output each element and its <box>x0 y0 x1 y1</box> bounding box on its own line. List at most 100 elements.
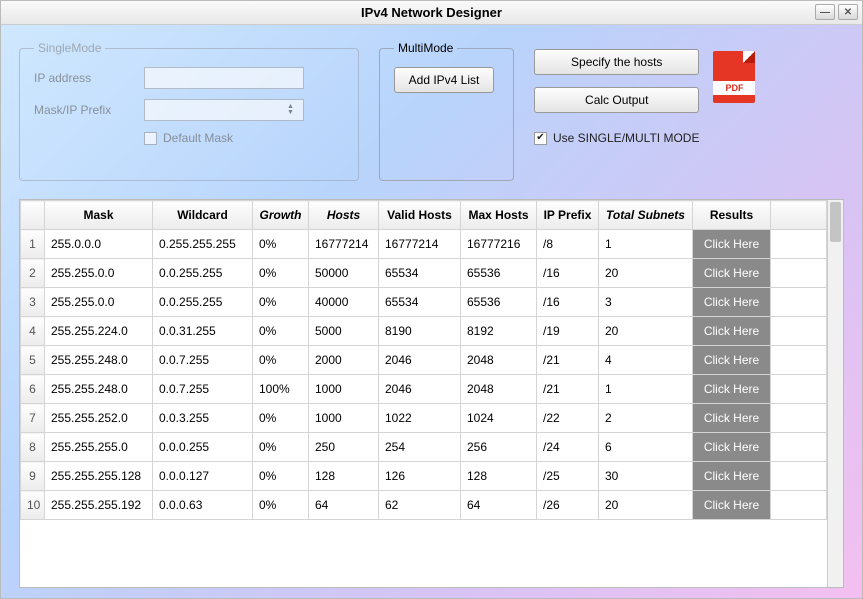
cell-ip-prefix: /19 <box>537 317 599 346</box>
results-button[interactable]: Click Here <box>693 317 770 345</box>
cell-hosts: 64 <box>309 491 379 520</box>
cell-mask: 255.255.248.0 <box>45 346 153 375</box>
table-row[interactable]: 1255.0.0.00.255.255.2550%167772141677721… <box>21 230 827 259</box>
results-button[interactable]: Click Here <box>693 346 770 374</box>
results-button[interactable]: Click Here <box>693 462 770 490</box>
col-results[interactable]: Results <box>693 201 771 230</box>
content-area: SingleMode IP address Mask/IP Prefix ▲▼ … <box>1 25 862 598</box>
cell-ip-prefix: /16 <box>537 288 599 317</box>
pdf-icon[interactable]: PDF <box>713 51 755 103</box>
table-row[interactable]: 2255.255.0.00.0.255.2550%500006553465536… <box>21 259 827 288</box>
cell-hosts: 1000 <box>309 404 379 433</box>
cell-ip-prefix: /8 <box>537 230 599 259</box>
use-mode-label: Use SINGLE/MULTI MODE <box>553 131 699 145</box>
table-row[interactable]: 6255.255.248.00.0.7.255100%100020462048/… <box>21 375 827 404</box>
cell-valid-hosts: 254 <box>379 433 461 462</box>
cell-wildcard: 0.0.31.255 <box>153 317 253 346</box>
cell-gap <box>771 288 827 317</box>
table-row[interactable]: 9255.255.255.1280.0.0.1270%128126128/253… <box>21 462 827 491</box>
cell-valid-hosts: 16777214 <box>379 230 461 259</box>
top-panel: SingleMode IP address Mask/IP Prefix ▲▼ … <box>19 41 844 181</box>
cell-max-hosts: 2048 <box>461 346 537 375</box>
col-valid-hosts[interactable]: Valid Hosts <box>379 201 461 230</box>
results-button[interactable]: Click Here <box>693 259 770 287</box>
cell-mask: 255.255.255.192 <box>45 491 153 520</box>
results-button[interactable]: Click Here <box>693 404 770 432</box>
cell-valid-hosts: 8190 <box>379 317 461 346</box>
cell-valid-hosts: 65534 <box>379 288 461 317</box>
results-button[interactable]: Click Here <box>693 433 770 461</box>
results-button[interactable]: Click Here <box>693 491 770 519</box>
cell-hosts: 16777214 <box>309 230 379 259</box>
close-button[interactable]: ✕ <box>838 4 858 20</box>
cell-hosts: 50000 <box>309 259 379 288</box>
cell-wildcard: 0.0.255.255 <box>153 259 253 288</box>
cell-wildcard: 0.255.255.255 <box>153 230 253 259</box>
cell-total-subnets: 20 <box>599 491 693 520</box>
cell-ip-prefix: /21 <box>537 346 599 375</box>
cell-max-hosts: 64 <box>461 491 537 520</box>
table-row[interactable]: 10255.255.255.1920.0.0.630%646264/2620Cl… <box>21 491 827 520</box>
col-ip-prefix[interactable]: IP Prefix <box>537 201 599 230</box>
cell-wildcard: 0.0.255.255 <box>153 288 253 317</box>
cell-valid-hosts: 65534 <box>379 259 461 288</box>
col-max-hosts[interactable]: Max Hosts <box>461 201 537 230</box>
cell-gap <box>771 404 827 433</box>
add-ipv4-list-button[interactable]: Add IPv4 List <box>394 67 494 93</box>
table-row[interactable]: 5255.255.248.00.0.7.2550%200020462048/21… <box>21 346 827 375</box>
row-number: 7 <box>21 404 45 433</box>
table-scrollbar[interactable] <box>827 200 843 587</box>
results-button[interactable]: Click Here <box>693 230 770 258</box>
results-button[interactable]: Click Here <box>693 375 770 403</box>
results-table: Mask Wildcard Growth Hosts Valid Hosts M… <box>20 200 827 520</box>
cell-hosts: 2000 <box>309 346 379 375</box>
mask-prefix-select[interactable]: ▲▼ <box>144 99 304 121</box>
col-mask[interactable]: Mask <box>45 201 153 230</box>
cell-total-subnets: 20 <box>599 317 693 346</box>
cell-hosts: 128 <box>309 462 379 491</box>
table-row[interactable]: 8255.255.255.00.0.0.2550%250254256/246Cl… <box>21 433 827 462</box>
col-wildcard[interactable]: Wildcard <box>153 201 253 230</box>
mask-prefix-label: Mask/IP Prefix <box>34 103 134 117</box>
default-mask-checkbox[interactable] <box>144 132 157 145</box>
calc-output-button[interactable]: Calc Output <box>534 87 699 113</box>
specify-hosts-button[interactable]: Specify the hosts <box>534 49 699 75</box>
cell-hosts: 250 <box>309 433 379 462</box>
cell-valid-hosts: 62 <box>379 491 461 520</box>
cell-hosts: 1000 <box>309 375 379 404</box>
cell-ip-prefix: /24 <box>537 433 599 462</box>
cell-mask: 255.255.255.0 <box>45 433 153 462</box>
table-row[interactable]: 4255.255.224.00.0.31.2550%500081908192/1… <box>21 317 827 346</box>
cell-total-subnets: 30 <box>599 462 693 491</box>
col-hosts[interactable]: Hosts <box>309 201 379 230</box>
cell-ip-prefix: /25 <box>537 462 599 491</box>
cell-max-hosts: 2048 <box>461 375 537 404</box>
cell-total-subnets: 2 <box>599 404 693 433</box>
col-total-subnets[interactable]: Total Subnets <box>599 201 693 230</box>
ip-address-input[interactable] <box>144 67 304 89</box>
cell-max-hosts: 1024 <box>461 404 537 433</box>
col-growth[interactable]: Growth <box>253 201 309 230</box>
cell-total-subnets: 6 <box>599 433 693 462</box>
cell-hosts: 5000 <box>309 317 379 346</box>
cell-growth: 0% <box>253 404 309 433</box>
row-number: 1 <box>21 230 45 259</box>
row-number: 10 <box>21 491 45 520</box>
scrollbar-thumb[interactable] <box>830 202 841 242</box>
cell-wildcard: 0.0.7.255 <box>153 346 253 375</box>
table-row[interactable]: 3255.255.0.00.0.255.2550%400006553465536… <box>21 288 827 317</box>
cell-gap <box>771 259 827 288</box>
multi-mode-group: MultiMode Add IPv4 List <box>379 41 514 181</box>
cell-total-subnets: 4 <box>599 346 693 375</box>
default-mask-label: Default Mask <box>163 131 233 145</box>
use-mode-checkbox[interactable]: ✔ <box>534 132 547 145</box>
results-button[interactable]: Click Here <box>693 288 770 316</box>
minimize-button[interactable]: — <box>815 4 835 20</box>
cell-wildcard: 0.0.0.255 <box>153 433 253 462</box>
cell-mask: 255.255.0.0 <box>45 288 153 317</box>
ip-address-label: IP address <box>34 71 134 85</box>
cell-valid-hosts: 1022 <box>379 404 461 433</box>
cell-wildcard: 0.0.7.255 <box>153 375 253 404</box>
table-row[interactable]: 7255.255.252.00.0.3.2550%100010221024/22… <box>21 404 827 433</box>
cell-mask: 255.0.0.0 <box>45 230 153 259</box>
